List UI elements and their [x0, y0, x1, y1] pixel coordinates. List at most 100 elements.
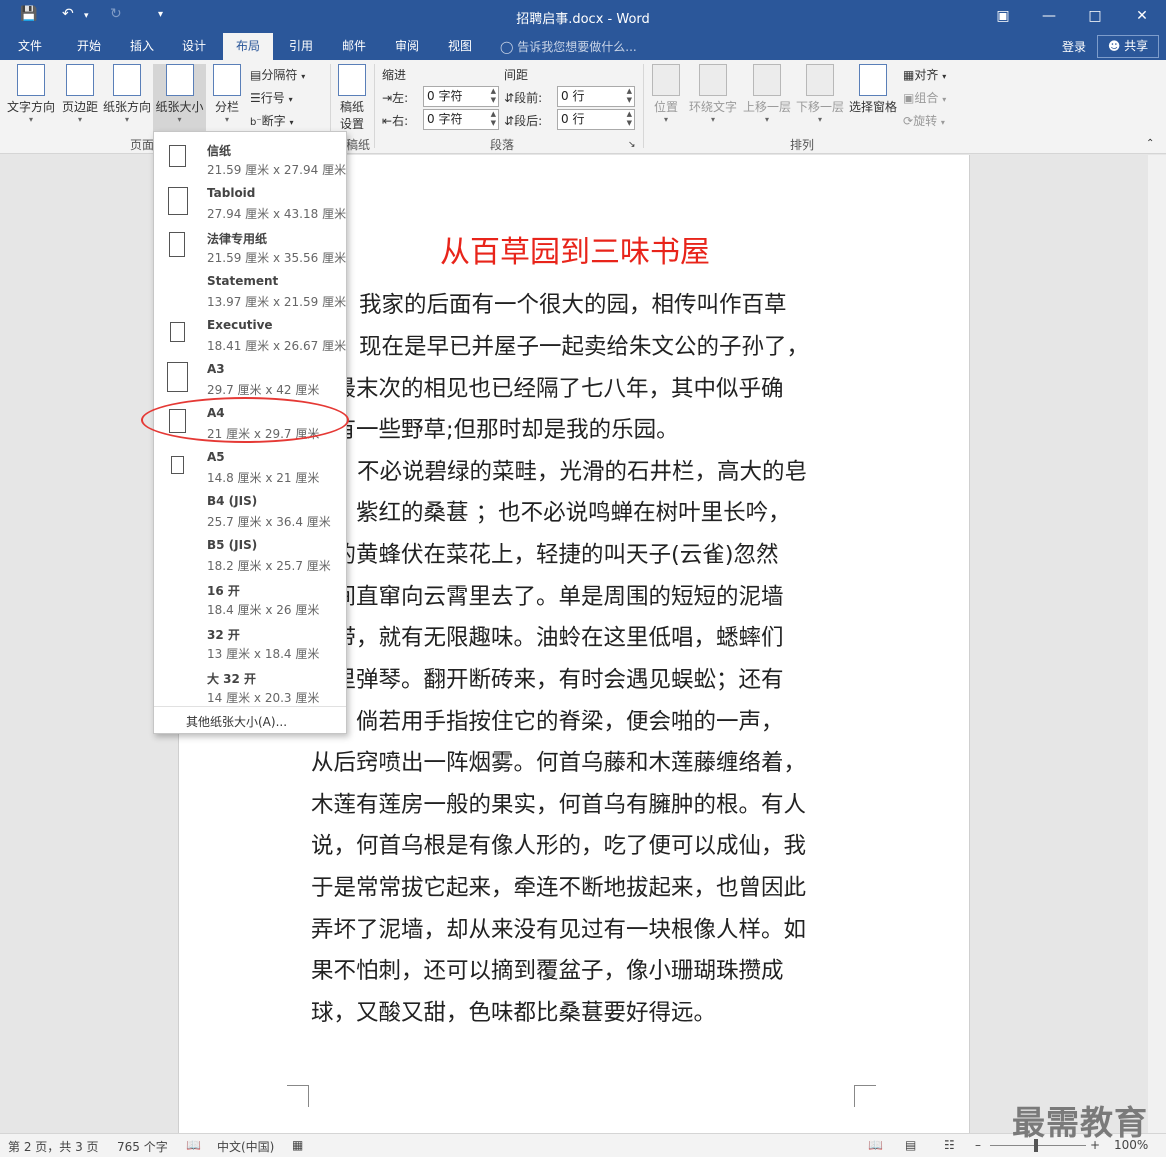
paper-size-item-a5[interactable]: A5 14.8 厘米 x 21 厘米 [154, 444, 346, 488]
chevron-down-icon: ▾ [77, 115, 82, 124]
paper-size-item-large-32k[interactable]: 大 32 开 14 厘米 x 20.3 厘米 [154, 664, 346, 708]
chevron-down-icon: ▾ [940, 118, 945, 127]
web-layout-icon[interactable]: ☷ [944, 1138, 955, 1152]
spacing-before-icon: ⇵ [504, 91, 515, 105]
page-setup-group-label: 页面 [130, 138, 155, 152]
minimize-button[interactable]: — [1034, 4, 1064, 28]
tab-mailings[interactable]: 邮件 [330, 33, 378, 60]
line-numbers-button[interactable]: ☰行号 ▾ [250, 89, 293, 106]
print-layout-icon[interactable]: ▤ [905, 1138, 916, 1152]
breaks-button[interactable]: ▤分隔符 ▾ [250, 66, 305, 83]
paper-size-button[interactable]: 纸张大小 ▾ [153, 64, 206, 136]
crop-mark [854, 1085, 876, 1107]
tab-insert[interactable]: 插入 [118, 33, 166, 60]
hyphenation-button[interactable]: b⁻断字 ▾ [250, 112, 294, 129]
paper-size-item-16k[interactable]: 16 开 18.4 厘米 x 26 厘米 [154, 576, 346, 620]
paper-size-item-tabloid[interactable]: Tabloid 27.94 厘米 x 43.18 厘米 [154, 180, 346, 224]
spinner-arrows-icon[interactable]: ▲ ▼ [627, 110, 632, 128]
breaks-icon: ▤ [250, 68, 262, 82]
rotate-button[interactable]: ⟳旋转 ▾ [903, 112, 945, 129]
tab-home[interactable]: 开始 [64, 33, 114, 60]
paragraph-line: 树，紫红的桑葚 ；也不必说鸣蝉在树叶里长吟， [311, 500, 791, 526]
wrap-text-button[interactable]: 环绕文字 ▾ [688, 64, 738, 124]
chevron-down-icon: ▾ [817, 115, 822, 124]
tab-design[interactable]: 设计 [170, 33, 218, 60]
orientation-button[interactable]: 纸张方向 ▾ [102, 64, 152, 124]
page-icon [169, 232, 185, 257]
tab-references[interactable]: 引用 [277, 33, 325, 60]
paper-size-item-statement[interactable]: Statement 13.97 厘米 x 21.59 厘米 [154, 268, 346, 312]
tell-me-search[interactable]: ◯ 告诉我您想要做什么... [500, 38, 637, 55]
share-button[interactable]: ☻ 共享 [1097, 35, 1159, 58]
send-backward-button[interactable]: 下移一层 ▾ [795, 64, 845, 124]
crop-mark [287, 1085, 309, 1107]
paragraph-group-label: 段落 [490, 138, 515, 152]
bring-forward-button[interactable]: 上移一层 ▾ [742, 64, 792, 124]
paper-size-item-32k[interactable]: 32 开 13 厘米 x 18.4 厘米 [154, 620, 346, 664]
indent-left-input[interactable]: 0 字符 ▲ ▼ [423, 86, 499, 107]
paragraph-line: 只有一些野草;但那时却是我的乐园。 [311, 417, 679, 443]
selection-pane-icon [859, 64, 887, 96]
columns-button[interactable]: 分栏 ▾ [210, 64, 244, 124]
paper-size-item-b5-jis[interactable]: B5 (JIS) 18.2 厘米 x 25.7 厘米 [154, 532, 346, 576]
spacing-title: 间距 [504, 68, 529, 82]
columns-icon [213, 64, 241, 96]
macro-icon[interactable]: ▦ [292, 1138, 303, 1152]
align-button[interactable]: ▦对齐 ▾ [903, 66, 946, 83]
collapse-ribbon-icon[interactable]: ⌃ [1146, 138, 1154, 149]
dialog-launcher-icon[interactable]: ↘ [628, 140, 636, 150]
login-link[interactable]: 登录 [1062, 38, 1086, 55]
spacing-after-input[interactable]: 0 行 ▲ ▼ [557, 109, 635, 130]
language-indicator[interactable]: 中文(中国) [217, 1138, 274, 1155]
tab-layout[interactable]: 布局 [223, 33, 273, 60]
margins-button[interactable]: 页边距 ▾ [60, 64, 100, 124]
text-direction-button[interactable]: 文字方向 ▾ [6, 64, 56, 124]
paragraph-line: 球，又酸又甜，色味都比桑葚要好得远。 [311, 1000, 717, 1026]
close-button[interactable]: ✕ [1127, 4, 1157, 28]
paper-size-item-legal[interactable]: 法律专用纸 21.59 厘米 x 35.56 厘米 [154, 224, 346, 268]
proofing-icon[interactable]: 📖 [186, 1138, 201, 1152]
chevron-down-icon: ▾ [124, 115, 129, 124]
rotate-icon: ⟳ [903, 114, 914, 128]
paper-size-item-executive[interactable]: Executive 18.41 厘米 x 26.67 厘米 [154, 312, 346, 356]
lightbulb-icon: ◯ [500, 40, 514, 54]
paper-size-item-letter[interactable]: 信纸 21.59 厘米 x 27.94 厘米 [154, 136, 346, 180]
word-count[interactable]: 765 个字 [117, 1138, 168, 1155]
person-icon: ☻ [1107, 39, 1121, 53]
ribbon-display-options-icon[interactable]: ▣ [988, 4, 1018, 28]
selection-pane-button[interactable]: 选择窗格 [848, 64, 898, 115]
tab-review[interactable]: 审阅 [383, 33, 431, 60]
draft-settings-button[interactable]: 稿纸 设置 [336, 64, 368, 132]
page-icon [167, 362, 188, 392]
position-button[interactable]: 位置 ▾ [650, 64, 682, 124]
group-button[interactable]: ▣组合 ▾ [903, 89, 946, 106]
spacing-after-label: ⇵段后: [504, 114, 543, 128]
read-mode-icon[interactable]: 📖 [868, 1138, 883, 1152]
chevron-down-icon: ▾ [177, 115, 182, 124]
paragraph-line: 这里弹琴。翻开断砖来，有时会遇见蜈蚣；还有 [311, 667, 784, 693]
paragraph-line: 草间直窜向云霄里去了。单是周围的短短的泥墙 [311, 584, 784, 610]
orientation-icon [113, 64, 141, 96]
more-paper-sizes-link[interactable]: 其他纸张大小(A)... [186, 713, 287, 730]
paragraph-line: 一带，就有无限趣味。油蛉在这里低唱，蟋蟀们 [311, 625, 784, 651]
indent-right-input[interactable]: 0 字符 ▲ ▼ [423, 109, 499, 130]
tab-view[interactable]: 视图 [436, 33, 484, 60]
chevron-down-icon: ▾ [710, 115, 715, 124]
page-icon [168, 187, 188, 215]
spinner-arrows-icon[interactable]: ▲ ▼ [627, 87, 632, 105]
vertical-scrollbar[interactable] [1148, 155, 1166, 1133]
paper-size-item-b4-jis[interactable]: B4 (JIS) 25.7 厘米 x 36.4 厘米 [154, 488, 346, 532]
zoom-out-icon[interactable]: – [975, 1138, 981, 1152]
zoom-slider[interactable] [990, 1145, 1086, 1146]
paper-size-item-a3[interactable]: A3 29.7 厘米 x 42 厘米 [154, 356, 346, 400]
align-icon: ▦ [903, 68, 915, 82]
spinner-arrows-icon[interactable]: ▲ ▼ [491, 110, 496, 128]
tab-file[interactable]: 文件 [8, 33, 52, 60]
spinner-arrows-icon[interactable]: ▲ ▼ [491, 87, 496, 105]
spacing-before-input[interactable]: 0 行 ▲ ▼ [557, 86, 635, 107]
chevron-down-icon: ▾ [224, 115, 229, 124]
paragraph-line: 果不怕刺，还可以摘到覆盆子，像小珊瑚珠攒成 [311, 958, 784, 984]
paragraph-line: 说，何首乌根是有像人形的，吃了便可以成仙，我 [311, 833, 807, 859]
maximize-button[interactable]: □ [1080, 4, 1110, 28]
page-count[interactable]: 第 2 页，共 3 页 [8, 1138, 99, 1155]
